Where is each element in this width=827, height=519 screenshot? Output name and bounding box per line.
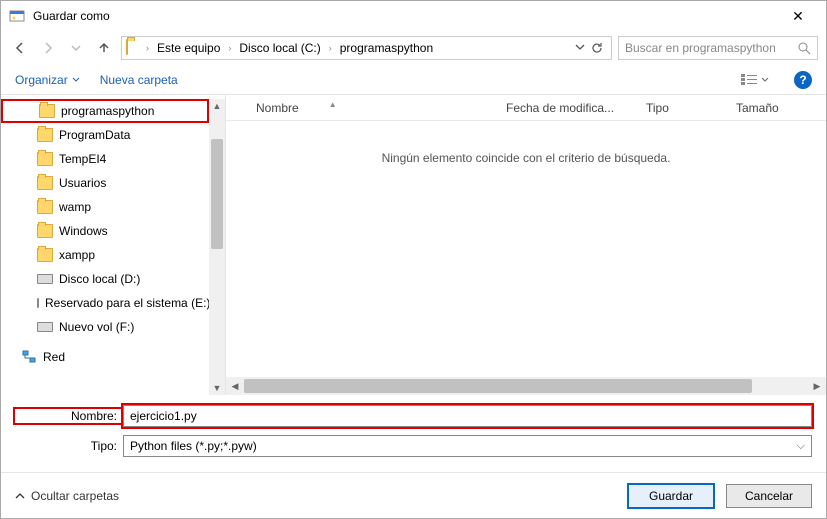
network-icon <box>21 349 37 365</box>
column-headers[interactable]: Nombre▲ Fecha de modifica... Tipo Tamaño <box>226 95 826 121</box>
window-title: Guardar como <box>33 9 778 23</box>
toolbar: Organizar Nueva carpeta ? <box>1 65 826 95</box>
cancelar-button[interactable]: Cancelar <box>726 484 812 508</box>
view-icon <box>741 74 757 86</box>
nueva-carpeta-button[interactable]: Nueva carpeta <box>100 73 178 87</box>
close-button[interactable]: ✕ <box>778 8 818 25</box>
scroll-thumb[interactable] <box>244 379 752 393</box>
file-list-pane: Nombre▲ Fecha de modifica... Tipo Tamaño… <box>226 95 826 395</box>
folder-icon <box>37 128 53 142</box>
scroll-right-icon[interactable]: ▶ <box>808 381 826 392</box>
col-tipo[interactable]: Tipo <box>636 101 726 115</box>
tree-item-disco-e[interactable]: Reservado para el sistema (E:) <box>1 291 209 315</box>
chevron-right-icon: › <box>146 43 149 53</box>
search-placeholder: Buscar en programaspython <box>625 41 776 55</box>
main-area: ▲ ▼ programaspython ProgramData TempEI4 … <box>1 95 826 395</box>
forward-button[interactable] <box>37 37 59 59</box>
search-input[interactable]: Buscar en programaspython <box>618 36 818 60</box>
tree-item-windows[interactable]: Windows <box>1 219 209 243</box>
back-button[interactable] <box>9 37 31 59</box>
ocultar-carpetas-button[interactable]: Ocultar carpetas <box>15 489 119 503</box>
tree-label: xampp <box>59 248 95 262</box>
tree-scrollbar[interactable]: ▲ ▼ <box>209 99 225 395</box>
chevron-up-icon <box>15 491 25 501</box>
drive-icon <box>37 298 39 308</box>
refresh-icon[interactable] <box>591 42 603 54</box>
tree-label: Usuarios <box>59 176 106 190</box>
guardar-button[interactable]: Guardar <box>628 484 714 508</box>
tree-item-xampp[interactable]: xampp <box>1 243 209 267</box>
col-fecha[interactable]: Fecha de modifica... <box>496 101 636 115</box>
breadcrumb[interactable]: › Este equipo › Disco local (C:) › progr… <box>121 36 612 60</box>
crumb-programaspython[interactable]: programaspython <box>336 39 437 57</box>
crumb-disco-c[interactable]: Disco local (C:) <box>235 39 324 57</box>
folder-icon <box>39 104 55 118</box>
nombre-input[interactable]: ejercicio1.py <box>123 405 812 427</box>
tipo-row: Tipo: Python files (*.py;*.pyw) <box>15 435 812 457</box>
tipo-label: Tipo: <box>15 439 123 453</box>
tree-label: Reservado para el sistema (E:) <box>45 296 210 310</box>
col-nombre[interactable]: Nombre▲ <box>246 101 496 115</box>
horizontal-scrollbar[interactable]: ◀ ▶ <box>226 377 826 395</box>
tree-item-programaspython[interactable]: programaspython <box>1 99 209 123</box>
tree-item-tempei4[interactable]: TempEI4 <box>1 147 209 171</box>
chevron-right-icon: › <box>228 43 231 53</box>
folder-icon <box>37 152 53 166</box>
tipo-value: Python files (*.py;*.pyw) <box>130 439 257 453</box>
organizar-button[interactable]: Organizar <box>15 73 80 87</box>
scroll-left-icon[interactable]: ◀ <box>226 381 244 392</box>
chevron-right-icon: › <box>329 43 332 53</box>
folder-icon <box>37 248 53 262</box>
scroll-down-icon[interactable]: ▼ <box>209 383 225 393</box>
tree-item-usuarios[interactable]: Usuarios <box>1 171 209 195</box>
tree-item-wamp[interactable]: wamp <box>1 195 209 219</box>
app-icon <box>9 8 25 24</box>
folder-tree[interactable]: ▲ ▼ programaspython ProgramData TempEI4 … <box>1 95 226 395</box>
chevron-down-icon <box>72 76 80 84</box>
folder-icon <box>37 176 53 190</box>
search-icon <box>798 42 811 55</box>
ocultar-label: Ocultar carpetas <box>31 489 119 503</box>
folder-icon <box>37 224 53 238</box>
up-button[interactable] <box>93 37 115 59</box>
title-bar: Guardar como ✕ <box>1 1 826 31</box>
organizar-label: Organizar <box>15 73 68 87</box>
tree-label: Nuevo vol (F:) <box>59 320 134 334</box>
form-area: Nombre: ejercicio1.py Tipo: Python files… <box>1 395 826 471</box>
tree-item-disco-d[interactable]: Disco local (D:) <box>1 267 209 291</box>
tree-label: wamp <box>59 200 91 214</box>
tree-label: Red <box>43 350 65 364</box>
tipo-select[interactable]: Python files (*.py;*.pyw) <box>123 435 812 457</box>
drive-icon <box>37 274 53 284</box>
nombre-row: Nombre: ejercicio1.py <box>15 405 812 427</box>
nombre-value: ejercicio1.py <box>130 409 197 423</box>
tree-item-disco-f[interactable]: Nuevo vol (F:) <box>1 315 209 339</box>
col-tamano[interactable]: Tamaño <box>726 101 806 115</box>
help-button[interactable]: ? <box>794 71 812 89</box>
scroll-up-icon[interactable]: ▲ <box>209 101 225 111</box>
tree-item-red[interactable]: Red <box>1 345 209 369</box>
tree-label: ProgramData <box>59 128 130 142</box>
crumb-este-equipo[interactable]: Este equipo <box>153 39 224 57</box>
sort-asc-icon: ▲ <box>329 100 337 114</box>
nav-row: › Este equipo › Disco local (C:) › progr… <box>1 31 826 65</box>
breadcrumb-dropdown-icon[interactable] <box>575 42 585 54</box>
nombre-label: Nombre: <box>15 409 123 423</box>
tree-label: Windows <box>59 224 108 238</box>
tree-label: Disco local (D:) <box>59 272 140 286</box>
view-mode-button[interactable] <box>736 71 774 89</box>
recent-dropdown[interactable] <box>65 37 87 59</box>
chevron-down-icon <box>761 76 769 84</box>
drive-icon <box>37 322 53 332</box>
scroll-thumb[interactable] <box>211 139 223 249</box>
tree-label: programaspython <box>61 104 154 118</box>
tree-item-programdata[interactable]: ProgramData <box>1 123 209 147</box>
folder-icon <box>126 40 142 56</box>
empty-message: Ningún elemento coincide con el criterio… <box>226 121 826 377</box>
folder-icon <box>37 200 53 214</box>
tree-label: TempEI4 <box>59 152 106 166</box>
footer: Ocultar carpetas Guardar Cancelar <box>1 472 826 518</box>
